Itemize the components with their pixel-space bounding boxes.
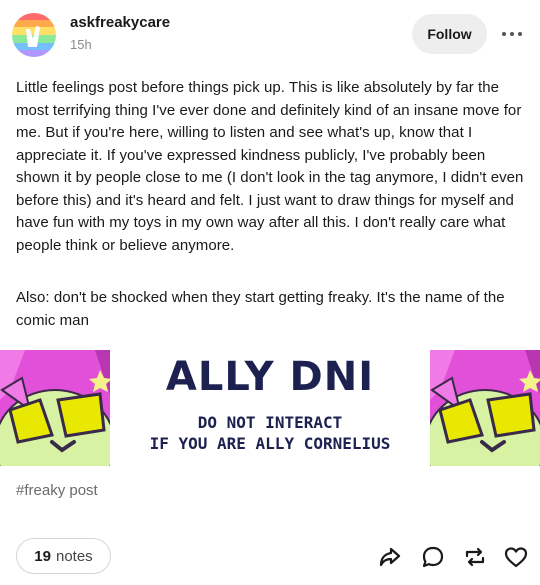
blog-name-link[interactable]: askfreakycare (70, 14, 170, 31)
banner-subtitle-2: IF YOU ARE ALLY CORNELIUS (149, 434, 391, 453)
notes-count: 19 (34, 547, 51, 565)
reply-bubble-icon[interactable] (420, 544, 446, 570)
notes-button[interactable]: 19 notes (16, 538, 111, 574)
post-header: askfreakycare 15h Follow (0, 0, 540, 68)
follow-button[interactable]: Follow (412, 14, 487, 54)
post-paragraph-2: Also: don't be shocked when they start g… (16, 289, 505, 329)
notes-label: notes (55, 547, 93, 565)
post-paragraph-1: Little feelings post before things pick … (16, 79, 524, 254)
post-footer: 19 notes (0, 536, 540, 580)
character-illustration-right (430, 350, 540, 466)
ellipsis-icon[interactable] (498, 24, 526, 44)
banner-subtitle-1: DO NOT INTERACT (197, 413, 343, 432)
share-icon[interactable] (377, 544, 403, 570)
character-illustration-left (0, 350, 110, 466)
blog-avatar[interactable] (12, 13, 56, 57)
post-timestamp[interactable]: 15h (70, 37, 92, 52)
post-tag-link[interactable]: #freaky post (16, 482, 98, 499)
reblog-icon[interactable] (462, 544, 488, 570)
banner-title: ALLY DNI (165, 354, 375, 400)
heart-icon[interactable] (503, 544, 529, 570)
post-image-banner[interactable]: ALLY DNI DO NOT INTERACT IF YOU ARE ALLY… (0, 350, 540, 466)
